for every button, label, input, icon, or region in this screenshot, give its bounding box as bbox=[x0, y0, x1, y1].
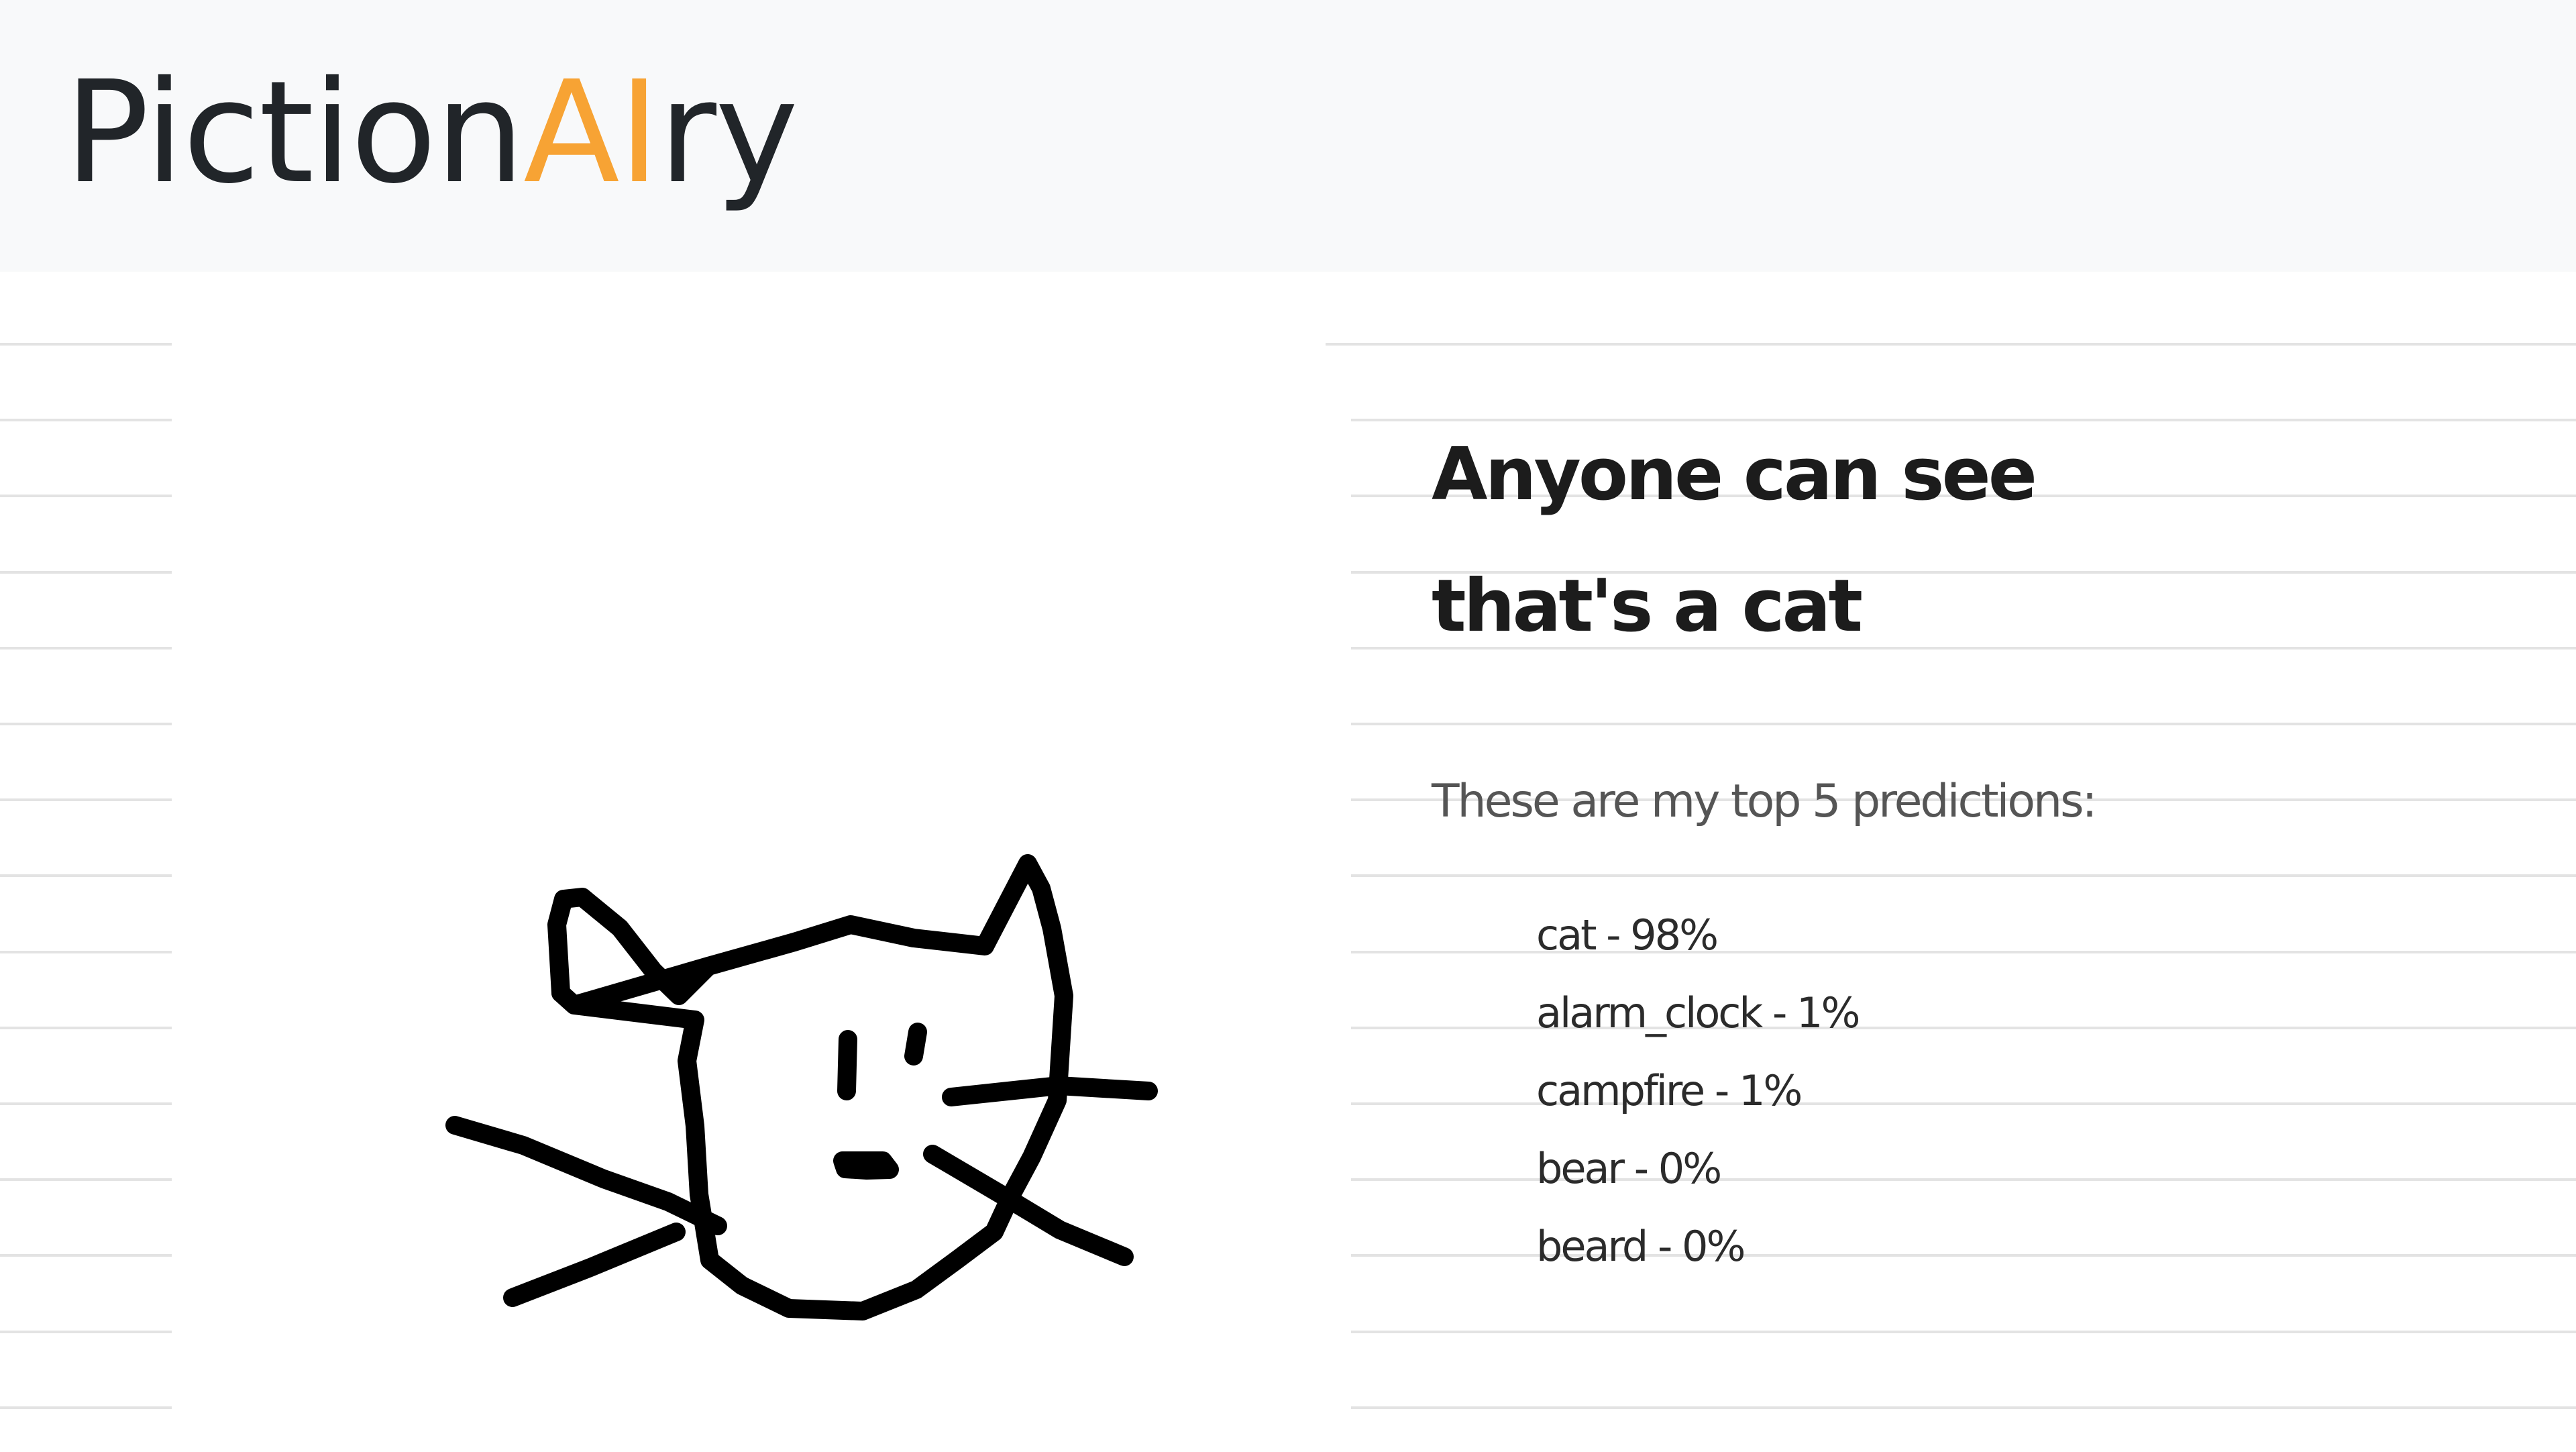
paper-rule-line bbox=[0, 419, 172, 422]
paper-rule-line bbox=[0, 723, 172, 725]
prediction-panel: Anyone can see that's a cat These are my… bbox=[1351, 322, 2576, 1449]
logo-highlight-ai: AI bbox=[523, 50, 660, 215]
cat-nose-stroke bbox=[833, 1151, 899, 1180]
paper-rule-line bbox=[0, 1254, 172, 1257]
prediction-item: beard - 0% bbox=[1536, 1222, 1746, 1271]
app-logo[interactable]: PictionAIry bbox=[64, 46, 799, 220]
paper-rule-line bbox=[0, 646, 172, 650]
cat-sketch-drawing bbox=[445, 854, 1158, 1320]
paper-rule-line bbox=[0, 950, 172, 953]
cat-left-whisker-top-stroke bbox=[445, 1116, 727, 1235]
paper-rule-line bbox=[0, 798, 172, 802]
paper-rule-line bbox=[0, 1178, 172, 1182]
paper-rule-line bbox=[0, 1406, 172, 1409]
paper-rule-line bbox=[0, 570, 172, 574]
result-title: Anyone can see that's a cat bbox=[1432, 433, 2037, 648]
paper-rule-line bbox=[0, 1026, 172, 1029]
prediction-item: bear - 0% bbox=[1536, 1144, 1722, 1193]
app-header: PictionAIry bbox=[0, 0, 2576, 272]
prediction-item: alarm_clock - 1% bbox=[1536, 988, 1860, 1037]
cat-right-whisker-top-stroke bbox=[942, 1076, 1158, 1106]
logo-prefix: Piction bbox=[64, 50, 525, 215]
predictions-list: cat - 98% alarm_clock - 1% campfire - 1%… bbox=[1536, 896, 1860, 1286]
paper-rule-line bbox=[0, 495, 172, 498]
drawing-canvas[interactable] bbox=[172, 322, 1326, 1449]
prediction-item: cat - 98% bbox=[1536, 911, 1719, 960]
cat-left-whisker-bottom-stroke bbox=[503, 1223, 686, 1307]
logo-suffix: ry bbox=[658, 50, 799, 215]
paper-rule-line bbox=[0, 1102, 172, 1105]
prediction-item: campfire - 1% bbox=[1536, 1066, 1803, 1115]
predictions-intro: These are my top 5 predictions: bbox=[1432, 775, 2097, 828]
cat-left-eye-stroke bbox=[837, 1030, 857, 1100]
paper-rule-line bbox=[0, 874, 172, 878]
cat-right-eye-stroke bbox=[904, 1023, 927, 1066]
paper-rule-line bbox=[0, 1330, 172, 1333]
